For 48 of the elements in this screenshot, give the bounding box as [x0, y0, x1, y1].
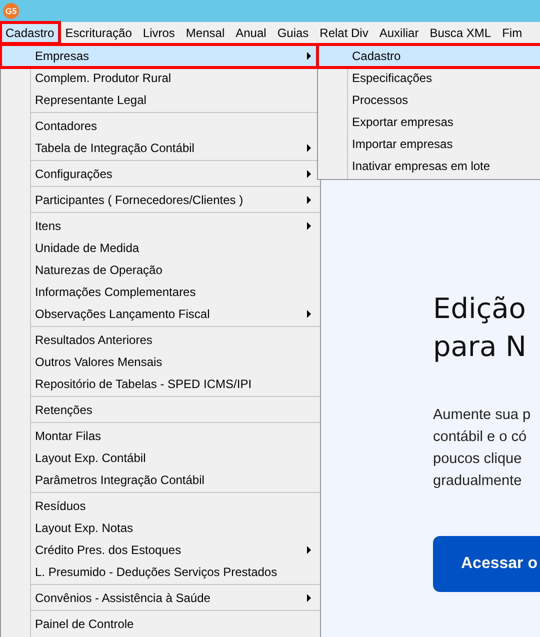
- menu-item[interactable]: L. Presumido - Deduções Serviços Prestados: [1, 561, 320, 583]
- menu-item[interactable]: Layout Exp. Contábil: [1, 447, 320, 469]
- menu-bar-item[interactable]: Fim: [496, 22, 528, 44]
- menu-bar-item[interactable]: Guias: [272, 22, 314, 44]
- menu-item[interactable]: Resultados Anteriores: [1, 329, 320, 351]
- menu-item[interactable]: Inativar empresas em lote: [318, 155, 540, 177]
- paragraph-line: Aumente sua p: [433, 406, 531, 425]
- menu-item[interactable]: Informações Complementares: [1, 281, 320, 303]
- menu-item[interactable]: Convênios - Assistência à Saúde: [1, 587, 320, 609]
- menu-item[interactable]: Repositório de Tabelas - SPED ICMS/IPI: [1, 373, 320, 395]
- menu-bar-item[interactable]: Livros: [137, 22, 180, 44]
- menu-bar-item[interactable]: Mensal: [180, 22, 230, 44]
- menu-item[interactable]: Retenções: [1, 399, 320, 421]
- menu-item[interactable]: Unidade de Medida: [1, 237, 320, 259]
- menu-item[interactable]: Layout Exp. Notas: [1, 517, 320, 539]
- menu-item[interactable]: Montar Filas: [1, 425, 320, 447]
- menu-item[interactable]: Representante Legal: [1, 89, 320, 111]
- menu-item[interactable]: Resíduos: [1, 495, 320, 517]
- menu-item[interactable]: Tabela de Integração Contábil: [1, 137, 320, 159]
- paragraph-line: contábil e o có: [433, 428, 527, 447]
- menu-bar-item[interactable]: Busca XML: [424, 22, 497, 44]
- menu-item[interactable]: Complem. Produtor Rural: [1, 67, 320, 89]
- menu-item[interactable]: Crédito Pres. dos Estoques: [1, 539, 320, 561]
- paragraph-line: poucos clique: [433, 450, 522, 469]
- menu-item[interactable]: Importar empresas: [318, 133, 540, 155]
- menu-item[interactable]: Cadastro: [318, 45, 540, 67]
- menu-item[interactable]: Processos: [318, 89, 540, 111]
- menu-item[interactable]: Contadores: [1, 115, 320, 137]
- menu-bar-item[interactable]: Cadastro: [0, 22, 60, 44]
- heading-line: para N: [433, 329, 526, 365]
- menu-item[interactable]: Exportar empresas: [318, 111, 540, 133]
- menu-item[interactable]: Outros Valores Mensais: [1, 351, 320, 373]
- menu-item[interactable]: Participantes ( Fornecedores/Clientes ): [1, 189, 320, 211]
- menu-item[interactable]: Parâmetros Integração Contábil: [1, 469, 320, 491]
- menu-item[interactable]: Itens: [1, 215, 320, 237]
- app-logo: G5: [3, 3, 19, 19]
- menu-item[interactable]: Especificações: [318, 67, 540, 89]
- menu-item[interactable]: Configurações: [1, 163, 320, 185]
- access-button[interactable]: Acessar o: [433, 536, 540, 592]
- menu-item[interactable]: Observações Lançamento Fiscal: [1, 303, 320, 325]
- paragraph-line: gradualmente: [433, 472, 522, 491]
- menu-item[interactable]: Painel de Controle: [1, 613, 320, 635]
- menu-bar-item[interactable]: Relat Div: [314, 22, 374, 44]
- menu-item[interactable]: Naturezas de Operação: [1, 259, 320, 281]
- heading-line: Edição: [433, 291, 526, 327]
- menu-bar-item[interactable]: Anual: [230, 22, 272, 44]
- menu-bar-item[interactable]: Escrituração: [60, 22, 138, 44]
- menu-bar-item[interactable]: Auxiliar: [374, 22, 424, 44]
